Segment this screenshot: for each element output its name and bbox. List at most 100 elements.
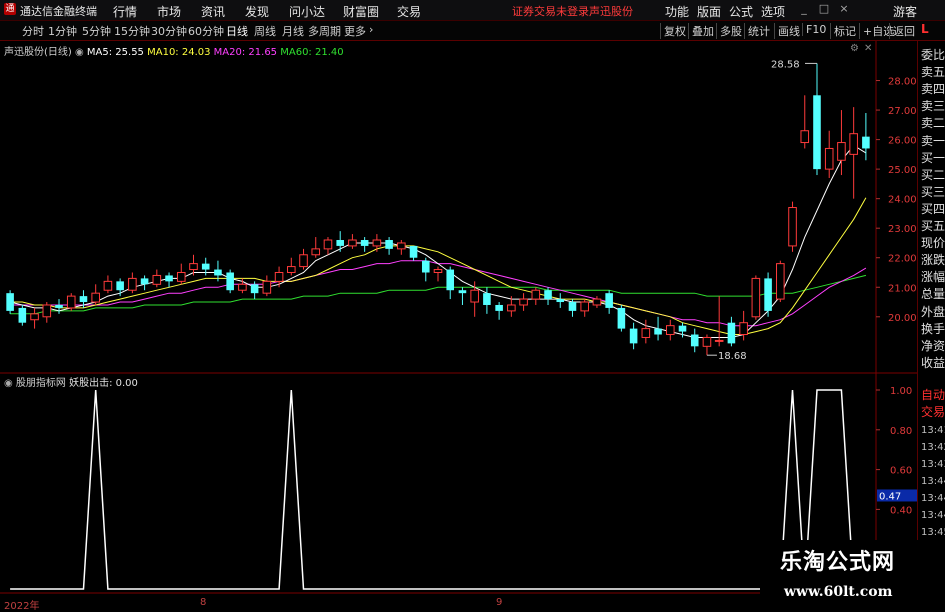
tick-time: 13:45	[921, 527, 945, 538]
period-daily[interactable]: 日线	[226, 23, 248, 39]
period-60min[interactable]: 60分钟	[188, 23, 224, 39]
quote-label: 买一	[921, 150, 945, 165]
indicator-title: 股朋指标网	[15, 378, 66, 389]
quote-label: 总量	[921, 287, 945, 302]
draw-line-button[interactable]: 画线	[774, 23, 803, 39]
menu-quotes[interactable]: 行情	[113, 3, 137, 20]
candle	[776, 260, 785, 303]
period-monthly[interactable]: 月线	[282, 23, 304, 39]
minimize-icon[interactable]: _	[797, 2, 811, 16]
date-axis-sep: 9	[496, 597, 503, 608]
date-axis-aug: 8	[200, 597, 207, 608]
low-price-label: 18.68	[718, 351, 747, 362]
menu-layout[interactable]: 版面	[697, 3, 721, 20]
price-tick-label: 22.00	[888, 254, 917, 265]
quote-label: 买五	[921, 219, 945, 233]
tick-time: 13:42	[921, 442, 945, 453]
indicator-line-label: 妖股出击: 0.00	[69, 378, 138, 389]
watermark: 乐淘公式网 www.60lt.com	[760, 540, 945, 609]
period-multi[interactable]: 多周期	[308, 23, 341, 39]
quote-label: 涨幅	[921, 270, 945, 285]
menu-market[interactable]: 市场	[157, 3, 181, 20]
title-bar: 通 通达信金融终端 行情 市场 资讯 发现 问小达 财富圈 交易 证券交易未登录…	[0, 0, 945, 21]
menu-ask[interactable]: 问小达	[289, 3, 325, 20]
price-tick-label: 20.00	[888, 313, 917, 324]
settings-icon[interactable]: ⚙	[850, 43, 859, 54]
price-tick-label: 28.00	[888, 77, 917, 88]
candle	[18, 304, 27, 326]
candle	[788, 201, 797, 252]
menu-options[interactable]: 选项	[761, 3, 785, 20]
quote-label: 换手	[921, 321, 945, 336]
tick-time: 13:44	[921, 476, 945, 487]
period-more[interactable]: 更多	[344, 23, 366, 39]
date-axis-year: 2022年	[4, 601, 40, 612]
close-chart-icon[interactable]: ✕	[864, 43, 872, 54]
maximize-icon[interactable]: □	[817, 2, 831, 16]
quote-side-panel: 委比 卖五 卖四 卖三 卖二 卖一 买一 买二 买三 买四 买五 现价 涨跌 涨幅 总量 外盘 换手 净资 收益 自动…	[917, 41, 945, 609]
menu-news[interactable]: 资讯	[201, 3, 225, 20]
stock-link[interactable]: 声迅股份	[589, 3, 633, 19]
high-price-label: 28.58	[771, 59, 800, 70]
menu-wealth-circle[interactable]: 财富圈	[343, 3, 379, 20]
login-notice[interactable]: 证券交易未登录	[512, 3, 589, 19]
guest-label[interactable]: 游客	[893, 3, 917, 20]
quote-label: 卖五	[921, 65, 945, 80]
ma5-label: MA5: 25.55	[86, 47, 144, 58]
auto-trade-label[interactable]: 交易	[921, 403, 945, 420]
f10-button[interactable]: F10	[802, 23, 829, 36]
indicator-tick-label: 0.40	[890, 505, 912, 516]
period-timeshare[interactable]: 分时	[22, 23, 44, 39]
multi-stock-button[interactable]: 多股	[716, 23, 745, 39]
tick-time: 13:41	[921, 425, 945, 436]
indicator-tick-label: 0.60	[890, 466, 912, 477]
quote-label: 买四	[921, 201, 945, 216]
period-30min[interactable]: 30分钟	[151, 23, 187, 39]
indicator-current-value: 0.47	[879, 491, 901, 502]
period-5min[interactable]: 5分钟	[82, 23, 111, 39]
quote-label: 卖二	[921, 116, 945, 131]
ma10-label: MA10: 24.03	[147, 47, 211, 58]
indicator-tick-label: 1.00	[890, 386, 912, 397]
quote-label: 卖一	[921, 133, 945, 148]
menu-function[interactable]: 功能	[665, 3, 689, 20]
price-tick-label: 23.00	[888, 224, 917, 235]
candle	[226, 269, 234, 294]
period-1min[interactable]: 1分钟	[48, 23, 77, 39]
chevron-right-icon[interactable]: ›	[369, 23, 373, 36]
mode-flag[interactable]: L	[921, 22, 929, 36]
dropdown-icon[interactable]: ◉	[75, 47, 87, 58]
quote-label: 卖三	[921, 99, 945, 114]
candle	[66, 293, 76, 311]
statistics-button[interactable]: 统计	[744, 23, 773, 39]
price-tick-label: 27.00	[888, 106, 917, 117]
indicator-dropdown-icon[interactable]: ◉	[4, 378, 16, 389]
quote-label: 外盘	[921, 304, 945, 319]
ma20-label: MA20: 21.65	[213, 47, 278, 58]
candle	[751, 275, 761, 320]
price-tick-label: 25.00	[888, 165, 917, 176]
tick-time: 13:44	[921, 510, 945, 521]
indicator-header: ◉ 股朋指标网 妖股出击: 0.00	[4, 374, 138, 389]
quote-label: 买二	[921, 167, 945, 182]
quote-label: 现价	[921, 236, 945, 251]
close-icon[interactable]: ×	[837, 2, 851, 16]
overlay-button[interactable]: 叠加	[688, 23, 717, 39]
quote-label: 净资	[921, 338, 945, 353]
menu-trade[interactable]: 交易	[397, 3, 421, 20]
kline-chart[interactable]: 20.00 21.00 22.00 23.00 24.00 25.00 26.00 27.00…	[0, 41, 917, 609]
period-15min[interactable]: 15分钟	[114, 23, 150, 39]
menu-formula[interactable]: 公式	[729, 3, 753, 20]
period-toolbar: 分时 1分钟 5分钟 15分钟 30分钟 60分钟 日线 周线 月线 多周期 更…	[0, 21, 945, 41]
restore-rights-button[interactable]: 复权	[660, 23, 689, 39]
auto-trade-label[interactable]: 自动	[921, 386, 945, 403]
quote-label: 卖四	[921, 82, 945, 97]
period-weekly[interactable]: 周线	[254, 23, 276, 39]
quote-label: 买三	[921, 184, 945, 199]
watermark-url: www.60lt.com	[784, 584, 893, 600]
back-button[interactable]: 返回	[889, 23, 918, 39]
mark-button[interactable]: 标记	[830, 23, 859, 39]
app-title: 通达信金融终端	[20, 5, 97, 18]
menu-discover[interactable]: 发现	[245, 3, 269, 20]
price-tick-label: 26.00	[888, 136, 917, 147]
